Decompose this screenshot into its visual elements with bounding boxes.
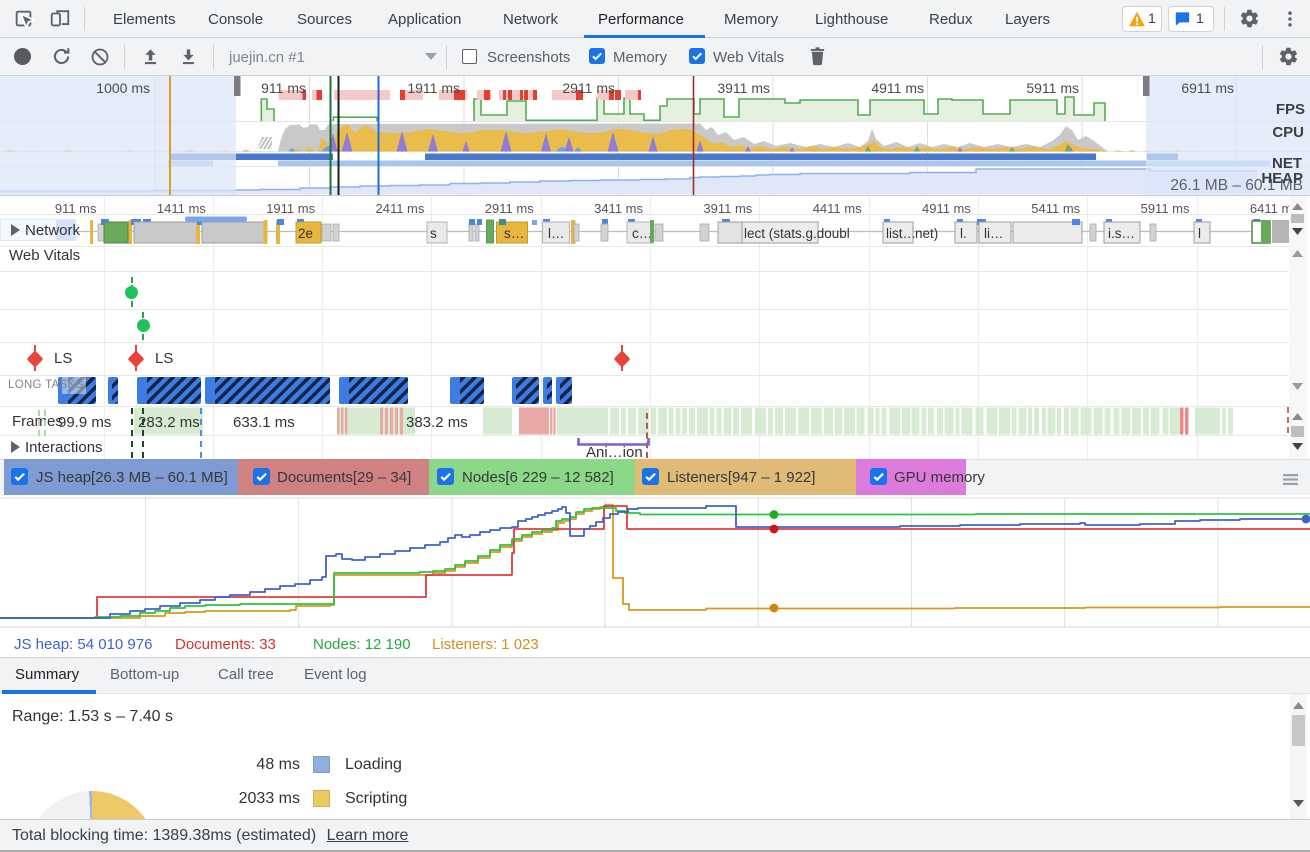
svg-text:s: s (430, 226, 437, 241)
svg-text:net): net) (915, 226, 938, 241)
svg-text:6911 ms: 6911 ms (1181, 80, 1234, 96)
svg-text:911 ms: 911 ms (261, 80, 306, 96)
svg-text:1911 ms: 1911 ms (407, 80, 460, 96)
svg-text:l: l (1198, 226, 1201, 241)
svg-text:li…: li… (984, 226, 1004, 241)
svg-text:c…: c… (632, 226, 652, 241)
svg-text:lect (stats.g.doubl: lect (stats.g.doubl (744, 226, 850, 241)
svg-text:list…: list… (886, 226, 916, 241)
svg-text:l…: l… (548, 226, 565, 241)
svg-text:s…: s… (504, 226, 524, 241)
svg-text:2e: 2e (298, 226, 313, 241)
svg-text:3911 ms: 3911 ms (717, 80, 770, 96)
svg-text:2911 ms: 2911 ms (562, 80, 615, 96)
svg-text:l.: l. (960, 226, 967, 241)
svg-text:1000 ms: 1000 ms (96, 80, 150, 96)
svg-text:i.s…: i.s… (1108, 226, 1135, 241)
svg-text:5911 ms: 5911 ms (1026, 80, 1079, 96)
svg-text:4911 ms: 4911 ms (871, 80, 924, 96)
